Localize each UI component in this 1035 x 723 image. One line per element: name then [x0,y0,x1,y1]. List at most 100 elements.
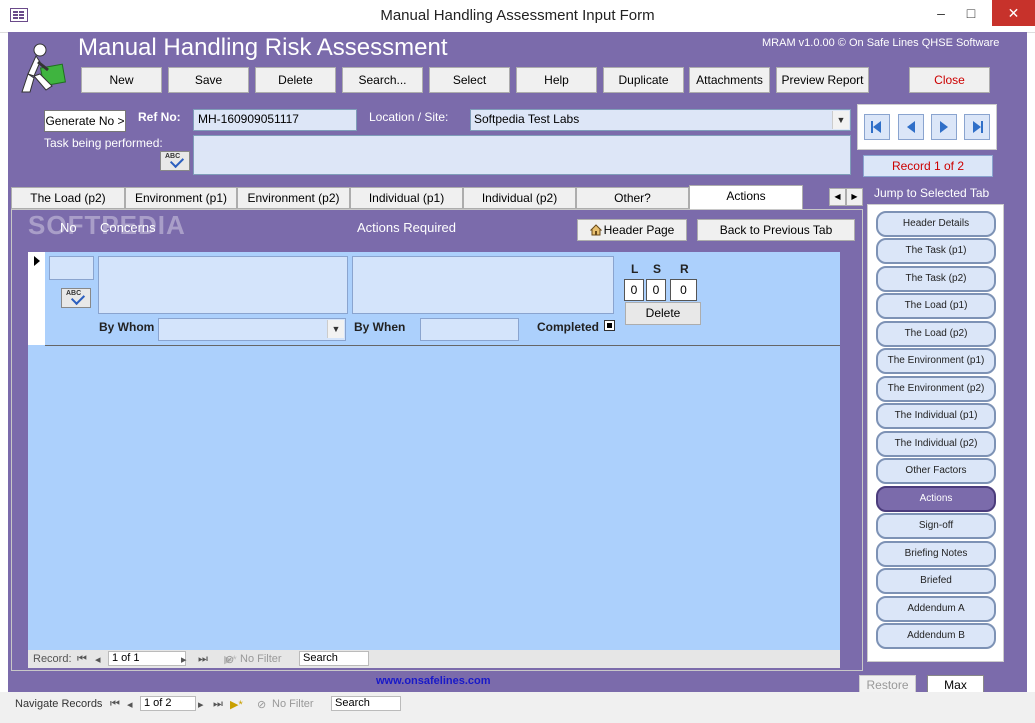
severity-label: S [653,262,662,276]
attachments-button[interactable]: Attachments [689,67,770,93]
close-form-button[interactable]: Close [909,67,990,93]
last-record-icon[interactable] [964,114,990,140]
jump-environment-p2[interactable]: The Environment (p2) [876,376,996,402]
actions-required-field[interactable] [352,256,614,314]
chevron-down-icon[interactable]: ▼ [327,320,344,338]
concerns-field[interactable] [98,256,348,314]
task-label: Task being performed: [44,136,163,150]
next-record-icon[interactable]: ▸ [181,653,187,666]
action-no-field[interactable] [49,256,94,280]
jump-briefing-notes[interactable]: Briefing Notes [876,541,996,567]
subform-search-input[interactable]: Search [299,651,369,666]
likelihood-field[interactable]: 0 [624,279,644,301]
likelihood-label: L [631,262,639,276]
no-filter-indicator[interactable]: No Filter [240,653,282,665]
ref-no-field[interactable]: MH-160909051117 [193,109,357,131]
previous-record-icon[interactable] [898,114,924,140]
jump-load-p2[interactable]: The Load (p2) [876,321,996,347]
column-header-concerns: Concerns [100,220,156,235]
jump-environment-p1[interactable]: The Environment (p1) [876,348,996,374]
tab-environment-p1[interactable]: Environment (p1) [125,187,237,209]
location-value: Softpedia Test Labs [474,112,580,126]
jump-briefed[interactable]: Briefed [876,568,996,594]
jump-load-p1[interactable]: The Load (p1) [876,293,996,319]
tab-actions[interactable]: Actions [689,185,803,210]
location-select[interactable]: Softpedia Test Labs ▼ [470,109,851,131]
tab-other[interactable]: Other? [576,187,689,209]
first-record-icon[interactable]: ⏮ [77,653,87,666]
maximize-icon[interactable]: □ [956,0,986,26]
jump-addendum-a[interactable]: Addendum A [876,596,996,622]
person-lifting-box-icon [21,43,66,93]
main-search-input[interactable]: Search [331,696,401,711]
tab-environment-p2[interactable]: Environment (p2) [237,187,350,209]
next-record-icon[interactable] [931,114,957,140]
by-when-field[interactable] [420,318,519,341]
by-when-label: By When [354,320,406,334]
window-close-icon[interactable]: ✕ [992,0,1035,26]
main-record-position[interactable]: 1 of 2 [140,696,196,711]
tab-load-p2[interactable]: The Load (p2) [11,187,125,209]
jump-individual-p2[interactable]: The Individual (p2) [876,431,996,457]
delete-record-button[interactable]: Delete [255,67,336,93]
jump-task-p1[interactable]: The Task (p1) [876,238,996,264]
preview-report-button[interactable]: Preview Report [776,67,869,93]
completed-checkbox[interactable] [604,320,615,331]
jump-other-factors[interactable]: Other Factors [876,458,996,484]
header-page-button[interactable]: Header Page [577,219,687,241]
spellcheck-button[interactable]: ABC [61,288,91,308]
task-field[interactable] [193,135,851,175]
record-label: Record: [33,653,72,665]
by-whom-select[interactable]: ▼ [158,318,346,341]
record-counter: Record 1 of 2 [863,155,993,177]
generate-number-button[interactable]: Generate No > [44,110,126,132]
chevron-down-icon[interactable]: ▼ [832,111,849,129]
jump-to-tab-title: Jump to Selected Tab [874,186,990,200]
help-button[interactable]: Help [516,67,597,93]
record-navigation [857,104,997,150]
column-header-actions-required: Actions Required [357,220,456,235]
record-selector[interactable] [28,252,46,345]
location-label: Location / Site: [369,110,449,124]
delete-action-button[interactable]: Delete [625,302,701,325]
jump-addendum-b[interactable]: Addendum B [876,623,996,649]
risk-field[interactable]: 0 [670,279,697,301]
website-link[interactable]: www.onsafelines.com [376,675,491,687]
next-record-icon[interactable]: ▸ [198,698,204,711]
severity-field[interactable]: 0 [646,279,666,301]
new-record-icon[interactable]: ▶* [230,698,243,711]
new-button[interactable]: New [81,67,162,93]
duplicate-button[interactable]: Duplicate [603,67,684,93]
tab-individual-p1[interactable]: Individual (p1) [350,187,463,209]
subform-record-position[interactable]: 1 of 1 [108,651,186,666]
back-to-previous-tab-button[interactable]: Back to Previous Tab [697,219,855,241]
home-icon [590,224,602,236]
save-button[interactable]: Save [168,67,249,93]
last-record-icon[interactable]: ⏭ [198,653,208,666]
spellcheck-button[interactable]: ABC [160,151,190,171]
tab-individual-p2[interactable]: Individual (p2) [463,187,576,209]
no-filter-indicator[interactable]: No Filter [272,698,314,710]
jump-header-details[interactable]: Header Details [876,211,996,237]
select-button[interactable]: Select [429,67,510,93]
last-record-icon[interactable]: ⏭ [213,698,223,711]
search-button[interactable]: Search... [342,67,423,93]
filter-icon: ⊘ [225,654,235,666]
tab-scroll-left-icon[interactable]: ◀ [829,188,846,206]
previous-record-icon[interactable]: ◂ [127,698,133,711]
completed-label: Completed [537,320,600,334]
minimize-icon[interactable]: – [926,0,956,26]
jump-individual-p1[interactable]: The Individual (p1) [876,403,996,429]
tab-scroll-right-icon[interactable]: ▶ [846,188,863,206]
subform-record-navigation: Record: ⏮ ◂ 1 of 1 ▸ ⏭ ▶* ⊘ No Filter Se… [28,650,840,668]
first-record-icon[interactable]: ⏮ [110,698,120,711]
jump-sign-off[interactable]: Sign-off [876,513,996,539]
jump-actions[interactable]: Actions [876,486,996,512]
app-title: Manual Handling Risk Assessment [78,34,448,61]
window-title: Manual Handling Assessment Input Form [380,7,655,24]
filter-icon: ⊘ [257,699,267,711]
first-record-icon[interactable] [864,114,890,140]
previous-record-icon[interactable]: ◂ [95,653,101,666]
jump-task-p2[interactable]: The Task (p2) [876,266,996,292]
version-text: MRAM v1.0.00 © On Safe Lines QHSE Softwa… [762,37,1000,49]
